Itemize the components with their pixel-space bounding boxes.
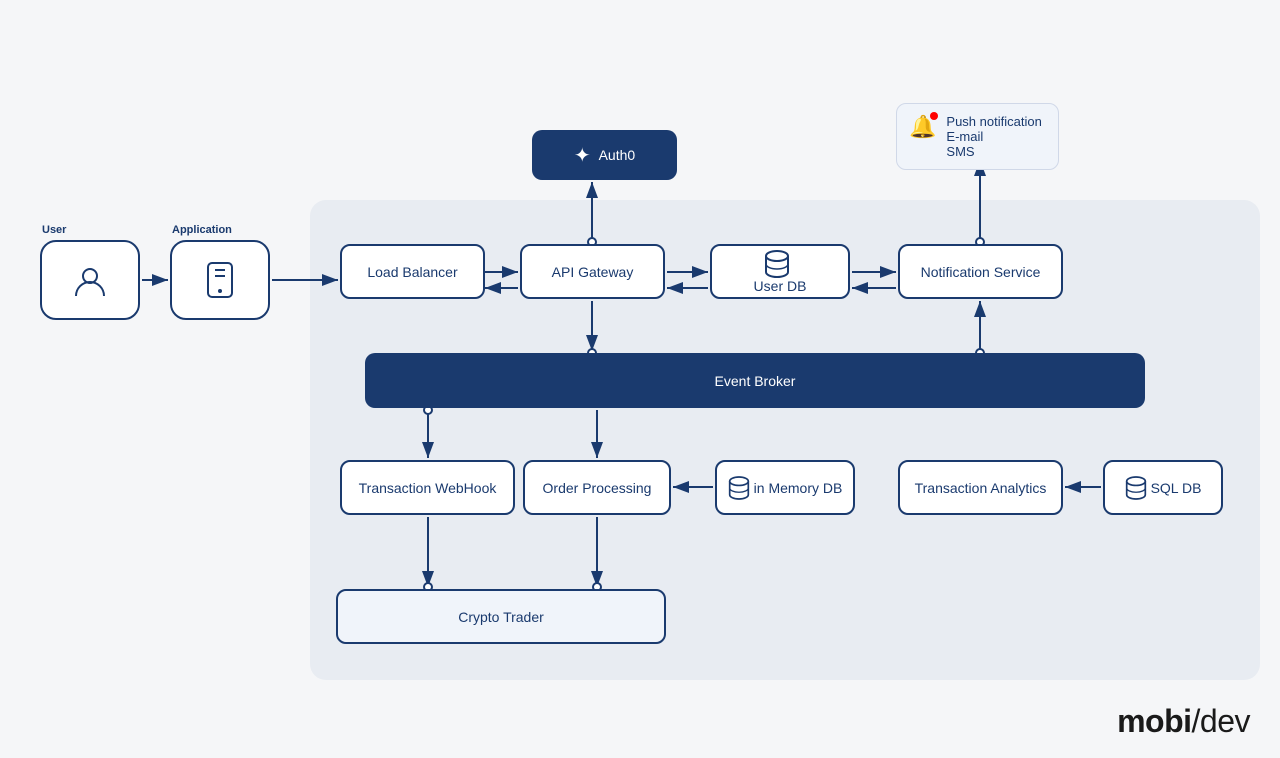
- transaction-analytics-box: Transaction Analytics: [898, 460, 1063, 515]
- diagram-container: ✦ Auth0 🔔 Push notification E-mail SMS U…: [20, 30, 1260, 710]
- user-icon: [72, 262, 108, 298]
- user-box: User: [40, 240, 140, 320]
- auth0-label: Auth0: [599, 147, 636, 163]
- load-balancer-label: Load Balancer: [367, 264, 457, 280]
- application-label: Application: [172, 224, 232, 236]
- crypto-trader-box: Crypto Trader: [336, 589, 666, 644]
- notif-item-2: E-mail: [946, 129, 1041, 144]
- transaction-webhook-box: Transaction WebHook: [340, 460, 515, 515]
- transaction-webhook-label: Transaction WebHook: [359, 480, 497, 496]
- event-broker-box: Event Broker: [365, 353, 1145, 408]
- transaction-analytics-label: Transaction Analytics: [915, 480, 1047, 496]
- application-box: Application: [170, 240, 270, 320]
- event-broker-label: Event Broker: [715, 373, 796, 389]
- in-memory-db-box: in Memory DB: [715, 460, 855, 515]
- user-db-icon: [764, 250, 790, 278]
- user-db-label: User DB: [754, 278, 807, 294]
- notification-tooltip: 🔔 Push notification E-mail SMS: [896, 103, 1059, 170]
- notif-item-3: SMS: [946, 144, 1041, 159]
- notif-item-1: Push notification: [946, 114, 1041, 129]
- user-db-box: User DB: [710, 244, 850, 299]
- mobidev-logo: mobi/dev: [1117, 703, 1250, 740]
- in-memory-db-icon: [728, 476, 750, 500]
- phone-icon: [206, 262, 234, 298]
- api-gateway-box: API Gateway: [520, 244, 665, 299]
- api-gateway-label: API Gateway: [552, 264, 634, 280]
- crypto-trader-label: Crypto Trader: [458, 609, 544, 625]
- load-balancer-box: Load Balancer: [340, 244, 485, 299]
- notification-service-label: Notification Service: [921, 264, 1041, 280]
- sql-db-icon: [1125, 476, 1147, 500]
- sql-db-box: SQL DB: [1103, 460, 1223, 515]
- in-memory-db-label: in Memory DB: [754, 480, 843, 496]
- order-processing-box: Order Processing: [523, 460, 671, 515]
- auth0-box: ✦ Auth0: [532, 130, 677, 180]
- user-label: User: [42, 224, 66, 236]
- order-processing-label: Order Processing: [543, 480, 652, 496]
- logo-dev: dev: [1200, 703, 1250, 739]
- sql-db-label: SQL DB: [1151, 480, 1202, 496]
- logo-slash: /: [1192, 703, 1200, 739]
- notification-service-box: Notification Service: [898, 244, 1063, 299]
